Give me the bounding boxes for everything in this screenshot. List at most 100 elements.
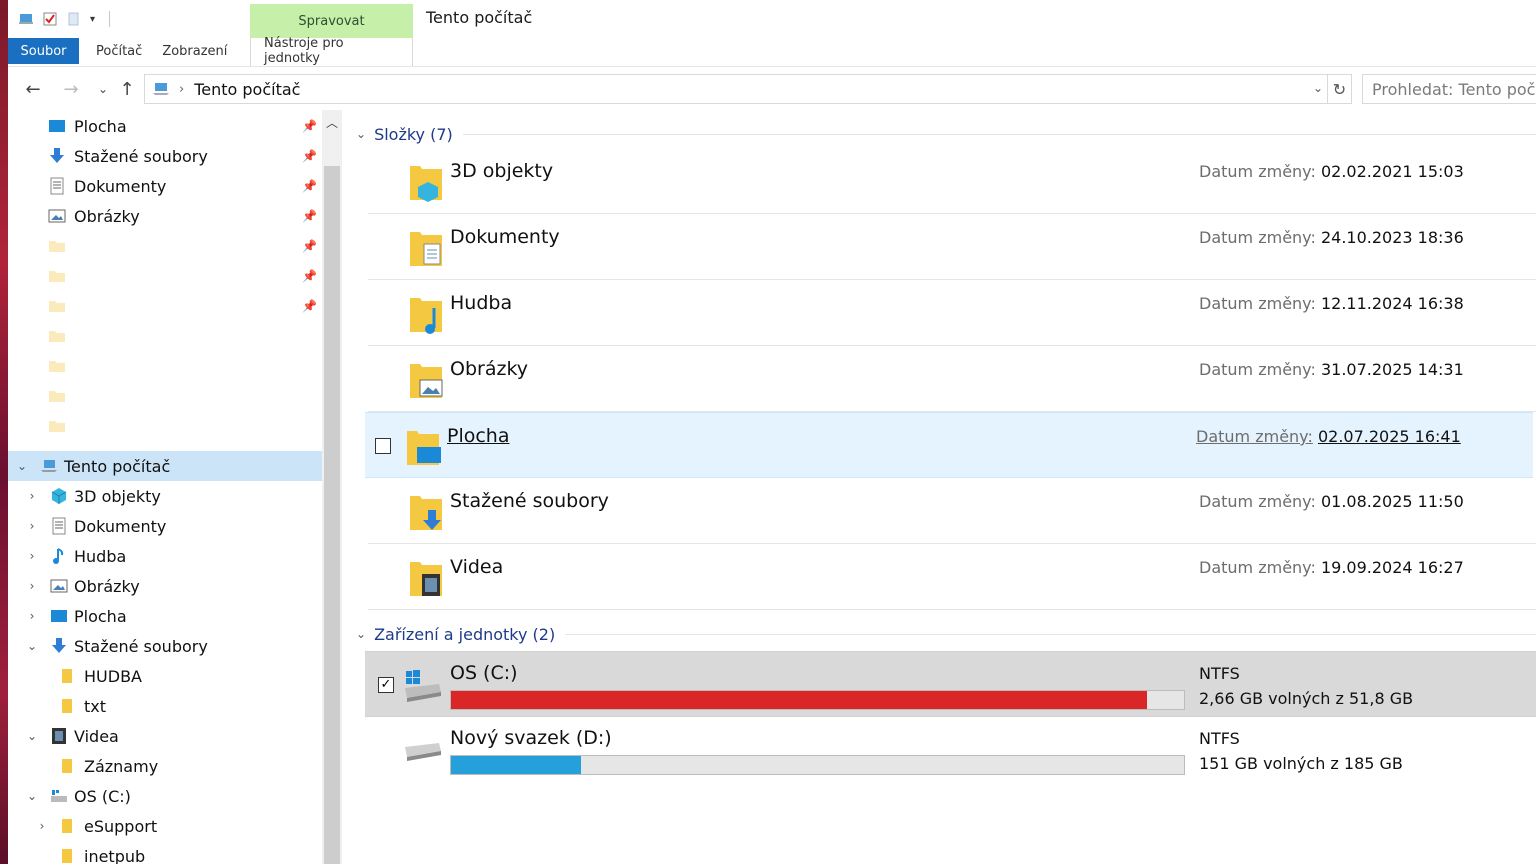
folder-name[interactable]: Stažené soubory: [450, 490, 609, 512]
recent-locations-chevron-icon[interactable]: ⌄: [92, 78, 114, 100]
nav-item-redacted[interactable]: 📌: [8, 291, 322, 321]
nav-item-redacted[interactable]: 📌: [8, 231, 322, 261]
nav-tree-txt-folder[interactable]: txt: [8, 691, 322, 721]
folder-name[interactable]: Dokumenty: [450, 226, 560, 248]
nav-item-redacted[interactable]: [8, 411, 322, 441]
select-checkbox-checked[interactable]: ✓: [378, 677, 394, 693]
address-bar[interactable]: › Tento počítač ⌄: [144, 74, 1328, 104]
drive-name[interactable]: Nový svazek (D:): [450, 727, 612, 749]
folder-row[interactable]: Videa Datum změny: 19.09.2024 16:27: [368, 544, 1536, 610]
date-value: 12.11.2024 16:38: [1320, 294, 1464, 313]
customize-toolbar-chevron-icon[interactable]: ▾: [90, 14, 95, 25]
documents-folder-icon: [410, 232, 442, 266]
tab-view[interactable]: Zobrazení: [156, 38, 241, 64]
nav-item-redacted[interactable]: [8, 321, 322, 351]
nav-item-downloads-pinned[interactable]: Stažené soubory 📌: [8, 141, 322, 171]
desktop-icon: [49, 120, 65, 132]
folder-name[interactable]: Plocha: [447, 425, 510, 447]
nav-tree-videos[interactable]: ⌄ Videa: [8, 721, 322, 751]
folder-icon: [49, 271, 65, 282]
folder-row[interactable]: Hudba Datum změny: 12.11.2024 16:38: [368, 280, 1536, 346]
collapse-chevron-icon[interactable]: ⌄: [356, 127, 366, 141]
drive-filesystem: NTFS: [1199, 729, 1240, 748]
nav-tree-documents[interactable]: › Dokumenty: [8, 511, 322, 541]
group-divider: [462, 133, 1536, 135]
folder-name[interactable]: Obrázky: [450, 358, 528, 380]
folder-row[interactable]: Dokumenty Datum změny: 24.10.2023 18:36: [368, 214, 1536, 280]
new-folder-icon[interactable]: [66, 11, 82, 27]
nav-item-redacted[interactable]: [8, 351, 322, 381]
scroll-up-chevron-icon[interactable]: ︿: [326, 114, 338, 131]
address-dropdown-chevron-icon[interactable]: ⌄: [1313, 81, 1323, 95]
collapsed-chevron-icon[interactable]: ›: [24, 549, 40, 563]
expanded-chevron-icon[interactable]: ⌄: [24, 789, 40, 803]
forward-arrow-icon[interactable]: →: [60, 78, 82, 100]
folder-row[interactable]: Plocha Datum změny: 02.07.2025 16:41: [365, 412, 1533, 478]
nav-item-label: Obrázky: [74, 576, 140, 596]
pin-icon: 📌: [302, 119, 317, 133]
nav-tree-drive-c[interactable]: ⌄ OS (C:): [8, 781, 322, 811]
drive-usage-fill: [451, 691, 1147, 709]
folder-icon: [49, 301, 65, 312]
folder-row[interactable]: 3D objekty Datum změny: 02.02.2021 15:03: [368, 148, 1536, 214]
drive-row[interactable]: ✓ OS (C:) NTFS 2,66 GB volných z 51,8 GB: [365, 651, 1536, 717]
drive-usage-bar: [450, 690, 1185, 710]
nav-item-label: OS (C:): [74, 786, 131, 806]
folder-row[interactable]: Stažené soubory Datum změny: 01.08.2025 1…: [368, 478, 1536, 544]
nav-item-documents-pinned[interactable]: Dokumenty 📌: [8, 171, 322, 201]
folders-group-header[interactable]: ⌄ Složky (7): [356, 120, 1536, 148]
scrollbar-thumb[interactable]: [324, 166, 340, 864]
refresh-icon[interactable]: ↻: [1328, 74, 1352, 104]
nav-tree-zaznamy-folder[interactable]: Záznamy: [8, 751, 322, 781]
nav-tree-music[interactable]: › Hudba: [8, 541, 322, 571]
folder-date: Datum změny: 24.10.2023 18:36: [1199, 228, 1464, 247]
toolbar-separator: [109, 11, 111, 27]
nav-pane-scrollbar[interactable]: ︿: [322, 110, 342, 864]
videos-folder-icon: [410, 562, 442, 596]
breadcrumb[interactable]: Tento počítač: [194, 80, 300, 99]
folder-row[interactable]: Obrázky Datum změny: 31.07.2025 14:31: [368, 346, 1536, 412]
drive-name[interactable]: OS (C:): [450, 662, 518, 684]
expanded-chevron-icon[interactable]: ⌄: [14, 459, 30, 473]
nav-tree-downloads[interactable]: ⌄ Stažené soubory: [8, 631, 322, 661]
nav-tree-esupport-folder[interactable]: › eSupport: [8, 811, 322, 841]
nav-tree-3d-objects[interactable]: › 3D objekty: [8, 481, 322, 511]
computer-icon[interactable]: [18, 11, 34, 27]
nav-tree-hudba-folder[interactable]: HUDBA: [8, 661, 322, 691]
folder-name[interactable]: Videa: [450, 556, 503, 578]
collapse-chevron-icon[interactable]: ⌄: [356, 627, 366, 641]
nav-item-pictures-pinned[interactable]: Obrázky 📌: [8, 201, 322, 231]
devices-group-header[interactable]: ⌄ Zařízení a jednotky (2): [356, 620, 1536, 648]
collapsed-chevron-icon[interactable]: ›: [34, 819, 50, 833]
tab-computer[interactable]: Počítač: [79, 38, 156, 64]
nav-item-this-pc[interactable]: ⌄ Tento počítač: [8, 451, 322, 481]
window-title: Tento počítač: [426, 8, 533, 27]
collapsed-chevron-icon[interactable]: ›: [24, 519, 40, 533]
drive-usage-fill: [451, 756, 582, 774]
tab-drive-tools[interactable]: Nástroje pro jednotky: [250, 36, 413, 66]
tab-file[interactable]: Soubor: [8, 38, 79, 64]
folder-icon: [49, 331, 65, 342]
nav-tree-inetpub-folder[interactable]: inetpub: [8, 841, 322, 864]
nav-item-redacted[interactable]: [8, 381, 322, 411]
film-icon: [52, 728, 66, 744]
collapsed-chevron-icon[interactable]: ›: [24, 609, 40, 623]
breadcrumb-separator-icon[interactable]: ›: [179, 82, 184, 97]
collapsed-chevron-icon[interactable]: ›: [24, 489, 40, 503]
back-arrow-icon[interactable]: ←: [22, 78, 44, 100]
nav-tree-pictures[interactable]: › Obrázky: [8, 571, 322, 601]
expanded-chevron-icon[interactable]: ⌄: [24, 729, 40, 743]
nav-item-redacted[interactable]: 📌: [8, 261, 322, 291]
collapsed-chevron-icon[interactable]: ›: [24, 579, 40, 593]
nav-item-plocha-pinned[interactable]: Plocha 📌: [8, 111, 322, 141]
up-arrow-icon[interactable]: ↑: [116, 78, 138, 100]
select-checkbox[interactable]: [375, 438, 391, 454]
drive-row[interactable]: Nový svazek (D:) NTFS 151 GB volných z 185…: [365, 717, 1536, 783]
properties-checkmark-icon[interactable]: [42, 11, 58, 27]
search-input[interactable]: Prohledat: Tento počítač: [1362, 74, 1536, 104]
context-group-label: Spravovat: [298, 13, 365, 29]
folder-name[interactable]: 3D objekty: [450, 160, 553, 182]
expanded-chevron-icon[interactable]: ⌄: [24, 639, 40, 653]
nav-tree-desktop[interactable]: › Plocha: [8, 601, 322, 631]
folder-name[interactable]: Hudba: [450, 292, 512, 314]
